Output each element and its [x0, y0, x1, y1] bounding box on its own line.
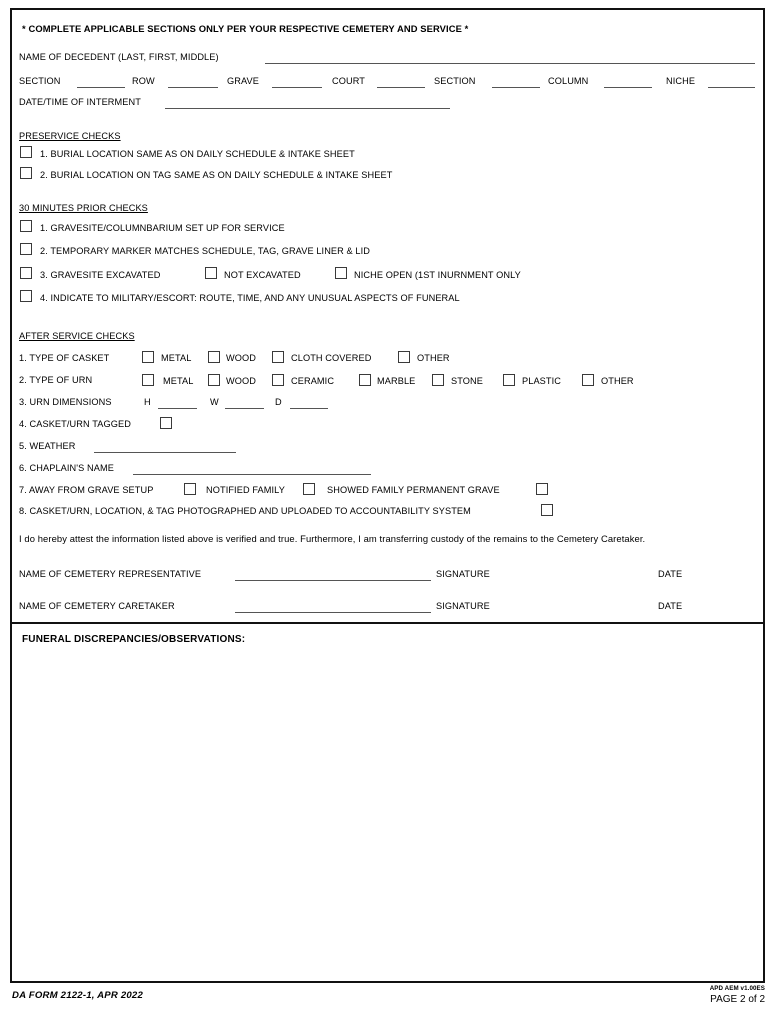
representative-date-label: DATE	[658, 569, 683, 579]
casket-type-label: 1. TYPE OF CASKET	[19, 353, 110, 363]
thirty-min-item-1-label: 1. GRAVESITE/COLUMNBARIUM SET UP FOR SER…	[40, 223, 285, 233]
urn-height-label: H	[144, 397, 151, 407]
niche-label: NICHE	[666, 76, 696, 86]
cemetery-caretaker-name-input[interactable]	[235, 612, 431, 613]
checkbox-casket-metal[interactable]	[142, 351, 154, 363]
section-1-input[interactable]	[77, 87, 125, 88]
casket-urn-tagged-label: 4. CASKET/URN TAGGED	[19, 419, 131, 429]
cemetery-representative-label: NAME OF CEMETERY REPRESENTATIVE	[19, 569, 202, 579]
casket-other-label: OTHER	[417, 353, 450, 363]
checkbox-away-from-grave-setup[interactable]	[184, 483, 196, 495]
urn-width-input[interactable]	[225, 408, 264, 409]
not-excavated-label: NOT EXCAVATED	[224, 270, 301, 280]
court-label: COURT	[332, 76, 365, 86]
section-1-label: SECTION	[19, 76, 61, 86]
checkbox-urn-ceramic[interactable]	[272, 374, 284, 386]
checkbox-not-excavated[interactable]	[205, 267, 217, 279]
interment-datetime-label: DATE/TIME OF INTERMENT	[19, 97, 141, 107]
urn-depth-label: D	[275, 397, 282, 407]
checkbox-urn-plastic[interactable]	[503, 374, 515, 386]
checkbox-notified-family[interactable]	[303, 483, 315, 495]
preservice-item-2-label: 2. BURIAL LOCATION ON TAG SAME AS ON DAI…	[40, 170, 393, 180]
checkbox-urn-metal[interactable]	[142, 374, 154, 386]
discrepancies-textarea[interactable]	[14, 650, 761, 978]
form-id-footer: DA FORM 2122-1, APR 2022	[12, 990, 143, 1001]
checkbox-urn-stone[interactable]	[432, 374, 444, 386]
chaplain-name-label: 6. CHAPLAIN'S NAME	[19, 463, 114, 473]
attestation-statement: I do hereby attest the information liste…	[19, 533, 646, 544]
checkbox-casket-other[interactable]	[398, 351, 410, 363]
representative-signature-label: SIGNATURE	[436, 569, 490, 579]
niche-open-label: NICHE OPEN (1ST INURNMENT ONLY	[354, 270, 521, 280]
urn-dimensions-label: 3. URN DIMENSIONS	[19, 397, 112, 407]
showed-family-permanent-grave-label: SHOWED FAMILY PERMANENT GRAVE	[327, 485, 500, 495]
away-from-grave-setup-label: 7. AWAY FROM GRAVE SETUP	[19, 485, 154, 495]
thirty-min-heading: 30 MINUTES PRIOR CHECKS	[19, 203, 148, 213]
urn-width-label: W	[210, 397, 219, 407]
caretaker-signature-label: SIGNATURE	[436, 601, 490, 611]
niche-input[interactable]	[708, 87, 755, 88]
thirty-min-item-4-label: 4. INDICATE TO MILITARY/ESCORT: ROUTE, T…	[40, 293, 460, 303]
urn-ceramic-label: CERAMIC	[291, 376, 335, 386]
urn-depth-input[interactable]	[290, 408, 328, 409]
casket-metal-label: METAL	[161, 353, 192, 363]
checkbox-casket-urn-tagged[interactable]	[160, 417, 172, 429]
urn-other-label: OTHER	[601, 376, 634, 386]
cemetery-representative-name-input[interactable]	[235, 580, 431, 581]
checkbox-preservice-1[interactable]	[20, 146, 32, 158]
checkbox-showed-family-permanent-grave[interactable]	[536, 483, 548, 495]
checkbox-preservice-2[interactable]	[20, 167, 32, 179]
checkbox-thirty-min-2[interactable]	[20, 243, 32, 255]
grave-label: GRAVE	[227, 76, 259, 86]
apd-version-footer: APD AEM v1.00ES	[709, 985, 765, 992]
urn-marble-label: MARBLE	[377, 376, 416, 386]
court-input[interactable]	[377, 87, 425, 88]
row-input[interactable]	[168, 87, 218, 88]
column-label: COLUMN	[548, 76, 589, 86]
section-2-input[interactable]	[492, 87, 540, 88]
interment-datetime-input[interactable]	[165, 108, 450, 109]
cemetery-caretaker-label: NAME OF CEMETERY CARETAKER	[19, 601, 175, 611]
gravesite-excavated-label: 3. GRAVESITE EXCAVATED	[40, 270, 161, 280]
complete-sections-notice: * COMPLETE APPLICABLE SECTIONS ONLY PER …	[22, 23, 469, 34]
weather-input[interactable]	[94, 452, 236, 453]
casket-wood-label: WOOD	[226, 353, 256, 363]
notified-family-label: NOTIFIED FAMILY	[206, 485, 285, 495]
thirty-min-item-2-label: 2. TEMPORARY MARKER MATCHES SCHEDULE, TA…	[40, 246, 371, 256]
section-2-label: SECTION	[434, 76, 476, 86]
checkbox-urn-marble[interactable]	[359, 374, 371, 386]
casket-cloth-covered-label: CLOTH COVERED	[291, 353, 372, 363]
chaplain-name-input[interactable]	[133, 474, 371, 475]
checkbox-urn-wood[interactable]	[208, 374, 220, 386]
urn-stone-label: STONE	[451, 376, 483, 386]
urn-type-label: 2. TYPE OF URN	[19, 375, 93, 385]
after-service-heading: AFTER SERVICE CHECKS	[19, 331, 135, 341]
urn-wood-label: WOOD	[226, 376, 256, 386]
checkbox-thirty-min-4[interactable]	[20, 290, 32, 302]
decedent-name-label: NAME OF DECEDENT (LAST, FIRST, MIDDLE)	[19, 52, 219, 62]
checkbox-photographed-uploaded[interactable]	[541, 504, 553, 516]
checkbox-casket-cloth-covered[interactable]	[272, 351, 284, 363]
discrepancies-title: FUNERAL DISCREPANCIES/OBSERVATIONS:	[22, 634, 246, 645]
checkbox-niche-open[interactable]	[335, 267, 347, 279]
checkbox-gravesite-excavated[interactable]	[20, 267, 32, 279]
checkbox-urn-other[interactable]	[582, 374, 594, 386]
photographed-uploaded-label: 8. CASKET/URN, LOCATION, & TAG PHOTOGRAP…	[19, 506, 471, 516]
urn-height-input[interactable]	[158, 408, 197, 409]
section-divider	[10, 622, 765, 624]
form-page: * COMPLETE APPLICABLE SECTIONS ONLY PER …	[0, 0, 778, 1024]
urn-plastic-label: PLASTIC	[522, 376, 561, 386]
preservice-item-1-label: 1. BURIAL LOCATION SAME AS ON DAILY SCHE…	[40, 149, 355, 159]
preservice-heading: PRESERVICE CHECKS	[19, 131, 121, 141]
checkbox-thirty-min-1[interactable]	[20, 220, 32, 232]
page-number-footer: PAGE 2 of 2	[710, 994, 765, 1005]
column-input[interactable]	[604, 87, 652, 88]
urn-metal-label: METAL	[163, 376, 194, 386]
checkbox-casket-wood[interactable]	[208, 351, 220, 363]
row-label: ROW	[132, 76, 155, 86]
grave-input[interactable]	[272, 87, 322, 88]
weather-label: 5. WEATHER	[19, 441, 76, 451]
decedent-name-input[interactable]	[265, 63, 755, 64]
caretaker-date-label: DATE	[658, 601, 683, 611]
